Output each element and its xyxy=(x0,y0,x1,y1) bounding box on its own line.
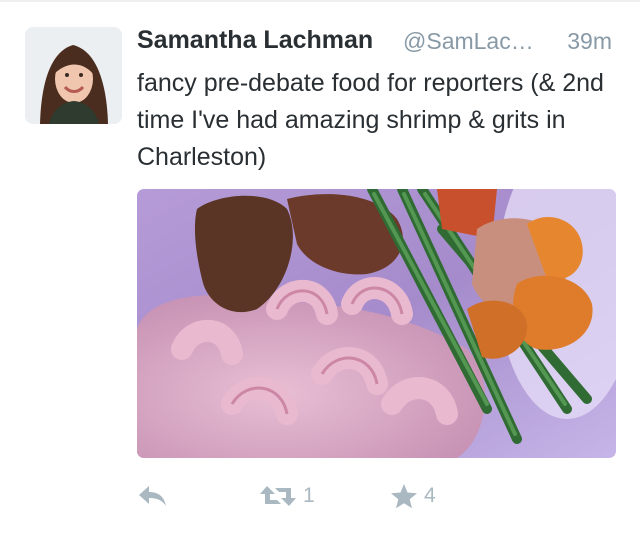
tweet-text: fancy pre-debate food for reporters (& 2… xyxy=(137,69,604,171)
reply-icon xyxy=(139,486,166,506)
favorite-count: 4 xyxy=(424,484,436,507)
reply-button[interactable] xyxy=(137,476,169,516)
retweet-icon xyxy=(260,486,296,506)
tweet-header: Samantha Lachman @SamLac… 39m xyxy=(137,26,617,60)
tweet-photo[interactable] xyxy=(137,189,616,458)
timestamp[interactable]: 39m xyxy=(567,28,612,55)
retweet-button[interactable]: 1 xyxy=(259,476,315,516)
author-name[interactable]: Samantha Lachman xyxy=(137,26,373,55)
star-icon xyxy=(391,484,417,509)
top-divider xyxy=(0,0,640,2)
tweet-actions: 1 4 xyxy=(137,476,607,516)
favorite-button[interactable]: 4 xyxy=(390,476,436,516)
avatar-image xyxy=(25,27,122,124)
author-handle[interactable]: @SamLac… xyxy=(403,28,534,55)
avatar[interactable] xyxy=(25,27,122,124)
food-photo-image xyxy=(137,189,616,458)
retweet-count: 1 xyxy=(303,484,315,507)
